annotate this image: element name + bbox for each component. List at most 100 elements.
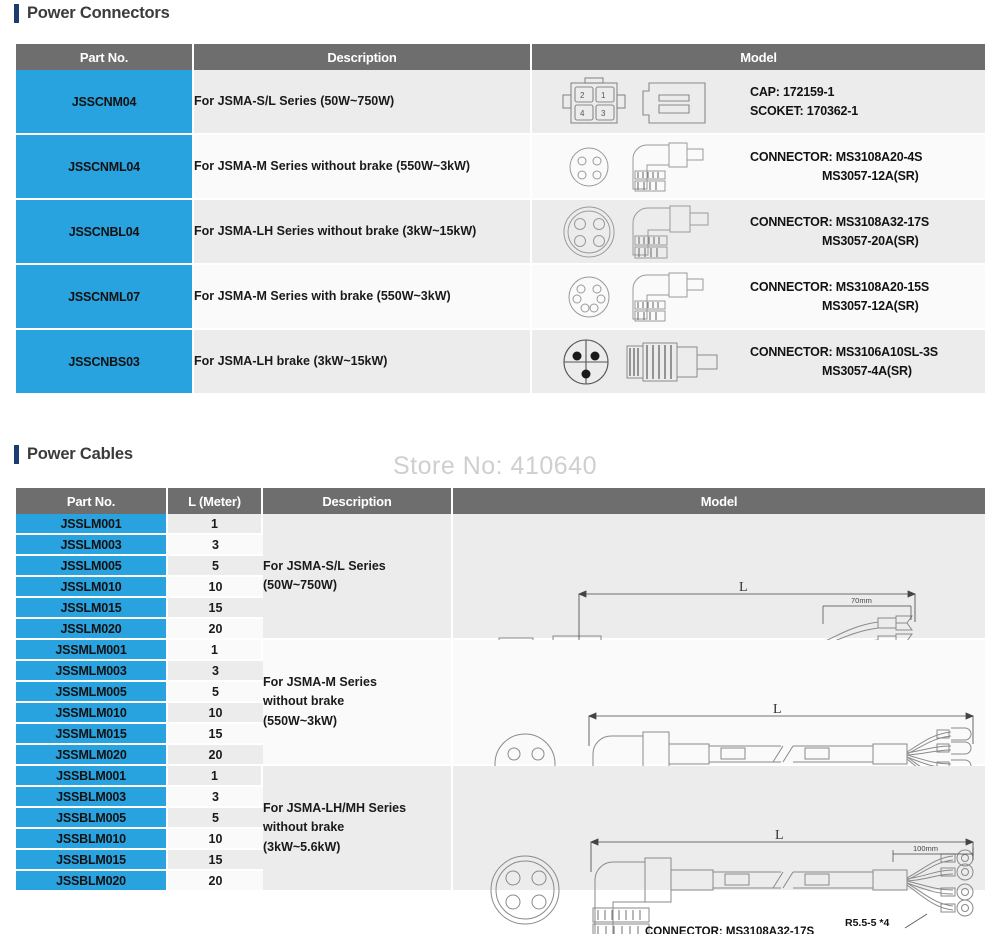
part-no-cell: JSSLM015 <box>16 598 168 619</box>
description-line-2: without brake <box>263 820 345 835</box>
table-row[interactable]: JSSCNM04 For JSMA-S/L Series (50W~750W) <box>16 70 985 135</box>
section-header-power-cables: Power Cables <box>0 445 133 464</box>
model-line-1: CONNECTOR: MS3106A10SL-3S <box>750 345 938 360</box>
table-row[interactable]: JSSBLM001 1 For JSMA-LH/MH Series without… <box>16 766 985 934</box>
length-cell: 10 <box>168 577 263 598</box>
connector-line-1: CONNECTOR: MS3108A32-17S <box>645 926 815 934</box>
model-cell: L 100mm CONNECTOR: MS3108A32-17S MS3057-… <box>453 766 985 934</box>
part-no-cell: JSSCNBL04 <box>16 200 194 265</box>
part-no-cell: JSSCNM04 <box>16 70 194 135</box>
circular-6pin-angled-connector-icon <box>532 267 750 327</box>
terminal-label: R5.5-5 *4 <box>845 917 890 929</box>
part-no-cell: JSSBLM001 <box>16 766 168 787</box>
length-cell: 15 <box>168 724 263 745</box>
part-no-cell: JSSMLM015 <box>16 724 168 745</box>
length-cell: 20 <box>168 745 263 766</box>
rect-4pin-connector-icon: 2 1 4 3 <box>532 73 750 131</box>
description-cell: For JSMA-S/L Series (50W~750W) <box>194 70 532 135</box>
part-no-cell: JSSCNML04 <box>16 135 194 200</box>
model-line-1: CONNECTOR: MS3108A32-17S <box>750 215 930 230</box>
length-cell: 3 <box>168 535 263 556</box>
part-no-cell: JSSCNBS03 <box>16 330 194 395</box>
model-line-1: CONNECTOR: MS3108A20-4S <box>750 150 923 165</box>
part-no-cell: JSSLM005 <box>16 556 168 577</box>
model-cell: CONNECTOR: MS3108A20-15S MS3057-12A(SR) <box>532 265 985 330</box>
part-no-cell: JSSLM020 <box>16 619 168 640</box>
part-no-cell: JSSMLM020 <box>16 745 168 766</box>
table-header-row: Part No. L (Meter) Description Model <box>16 488 985 514</box>
description-cell: For JSMA-LH Series without brake (3kW~15… <box>194 200 532 265</box>
length-cell: 15 <box>168 598 263 619</box>
model-cell: CONNECTOR: MS3108A20-4S MS3057-12A(SR) <box>532 135 985 200</box>
description-cell: For JSMA-S/L Series (50W~750W) <box>263 514 453 640</box>
accent-bar-icon <box>14 4 19 23</box>
part-no-cell: JSSMLM005 <box>16 682 168 703</box>
length-cell: 3 <box>168 661 263 682</box>
part-no-cell: JSSMLM003 <box>16 661 168 682</box>
part-no-cell: JSSLM010 <box>16 577 168 598</box>
length-cell: 3 <box>168 787 263 808</box>
svg-text:L: L <box>775 828 784 843</box>
svg-text:L: L <box>773 702 782 717</box>
model-line-2: MS3057-12A(SR) <box>822 298 919 313</box>
model-line-2: MS3057-20A(SR) <box>822 233 919 248</box>
length-cell: 1 <box>168 640 263 661</box>
connector-label: CONNECTOR: MS3108A32-17S MS3057-20A(SR) <box>645 924 814 934</box>
table-row[interactable]: JSSCNML07 For JSMA-M Series with brake (… <box>16 265 985 330</box>
description-line-1: For JSMA-M Series <box>263 674 377 689</box>
model-cell: CONNECTOR: MS3106A10SL-3S MS3057-4A(SR) <box>532 330 985 395</box>
circular-3pin-straight-connector-icon <box>532 334 750 390</box>
svg-text:3: 3 <box>601 109 606 118</box>
description-line-2: without brake <box>263 694 345 709</box>
table-row[interactable]: JSSLM001 1 For JSMA-S/L Series (50W~750W) <box>16 514 985 699</box>
column-header-description: Description <box>263 488 453 514</box>
model-line-1: CAP: 172159-1 <box>750 85 835 100</box>
power-connectors-table: Part No. Description Model JSSCNM04 For … <box>16 44 985 395</box>
svg-text:100mm: 100mm <box>913 844 938 853</box>
model-text: CONNECTOR: MS3108A20-4S MS3057-12A(SR) <box>750 148 923 184</box>
column-header-description: Description <box>194 44 532 70</box>
svg-text:1: 1 <box>601 91 606 100</box>
length-cell: 20 <box>168 871 263 892</box>
description-line-1: For JSMA-LH/MH Series <box>263 800 407 815</box>
description-line-1: For JSMA-S/L Series <box>263 558 386 573</box>
table-row[interactable]: JSSMLM001 1 For JSMA-M Series without bra… <box>16 640 985 828</box>
model-cell: CONNECTOR: MS3108A32-17S MS3057-20A(SR) <box>532 200 985 265</box>
length-cell: 1 <box>168 766 263 787</box>
model-text: CONNECTOR: MS3108A32-17S MS3057-20A(SR) <box>750 213 929 249</box>
table-row[interactable]: JSSCNBS03 For JSMA-LH brake (3kW~15kW) C… <box>16 330 985 395</box>
column-header-length: L (Meter) <box>168 488 263 514</box>
part-no-cell: JSSBLM020 <box>16 871 168 892</box>
column-header-part-no: Part No. <box>16 488 168 514</box>
description-cell: For JSMA-M Series with brake (550W~3kW) <box>194 265 532 330</box>
circular-4pin-angled-connector-icon <box>532 137 750 197</box>
catalog-page: Power Connectors Part No. Description Mo… <box>0 0 1000 934</box>
part-no-cell: JSSBLM005 <box>16 808 168 829</box>
description-line-3: (550W~3kW) <box>263 713 337 728</box>
section-title: Power Connectors <box>27 4 170 22</box>
model-cell: L 70mm CAP: 172159-1 SCOKET: 170362-1 1. <box>453 514 985 699</box>
table-row[interactable]: JSSCNML04 For JSMA-M Series without brak… <box>16 135 985 200</box>
section-title: Power Cables <box>27 445 133 463</box>
length-cell: 15 <box>168 850 263 871</box>
length-cell: 5 <box>168 682 263 703</box>
circular-4pin-large-angled-connector-icon <box>532 201 750 263</box>
section-header-power-connectors: Power Connectors <box>0 4 170 23</box>
description-line-2: (50W~750W) <box>263 578 337 592</box>
part-no-cell: JSSBLM015 <box>16 850 168 871</box>
model-line-2: MS3057-12A(SR) <box>822 168 919 183</box>
length-cell: 10 <box>168 703 263 724</box>
model-cell: 2 1 4 3 CAP: 172159-1 SCOKET: 170362-1 <box>532 70 985 135</box>
accent-bar-icon <box>14 445 19 464</box>
length-cell: 5 <box>168 556 263 577</box>
part-no-cell: JSSLM001 <box>16 514 168 535</box>
model-text: CAP: 172159-1 SCOKET: 170362-1 <box>750 83 858 119</box>
part-no-cell: JSSBLM010 <box>16 829 168 850</box>
description-line-3: (3kW~5.6kW) <box>263 839 341 854</box>
column-header-part-no: Part No. <box>16 44 194 70</box>
part-no-cell: JSSMLM010 <box>16 703 168 724</box>
table-row[interactable]: JSSCNBL04 For JSMA-LH Series without bra… <box>16 200 985 265</box>
length-cell: 5 <box>168 808 263 829</box>
description-cell: For JSMA-M Series without brake (550W~3kW) <box>263 640 453 766</box>
svg-text:4: 4 <box>580 109 585 118</box>
